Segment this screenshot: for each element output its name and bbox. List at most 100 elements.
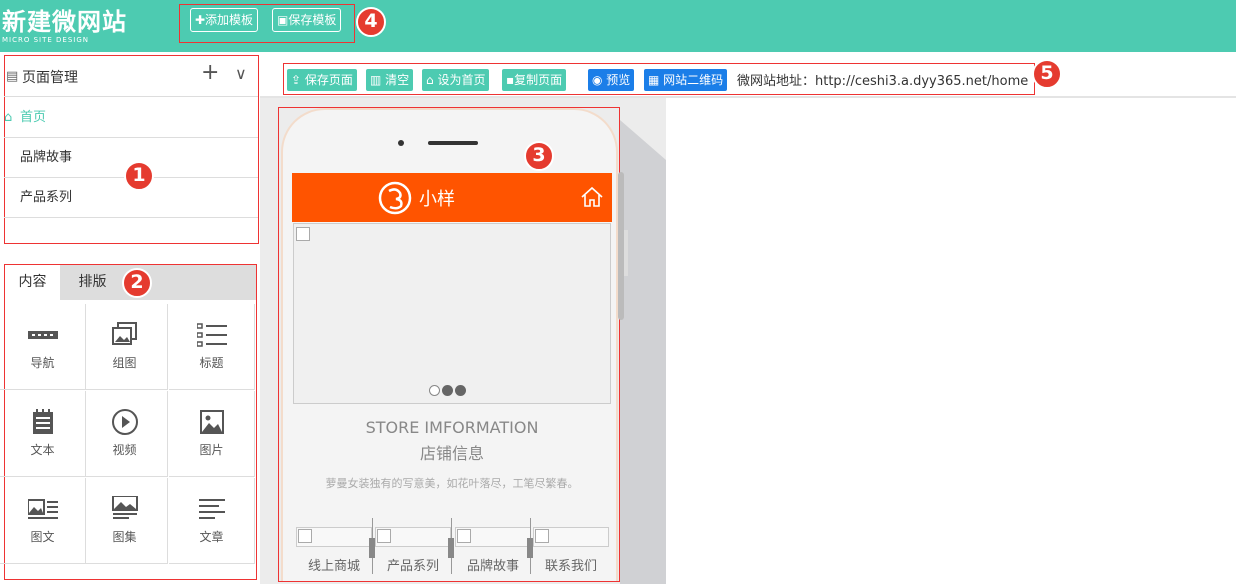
component-navigation[interactable]: 导航	[0, 304, 86, 390]
nav-label: 联系我们	[544, 559, 597, 574]
save-template-button[interactable]: ▣保存模板	[272, 8, 342, 32]
slider-dot[interactable]	[455, 385, 466, 396]
component-text[interactable]: 文本	[0, 391, 86, 477]
preview-button[interactable]: ◉ 预览	[588, 69, 635, 91]
add-page-icon[interactable]: +	[201, 60, 219, 85]
component-video[interactable]: 视频	[82, 391, 168, 477]
component-image-text[interactable]: 图文	[0, 478, 86, 564]
eye-icon: ◉	[592, 73, 607, 87]
phone-camera	[398, 140, 404, 146]
nav-image	[296, 527, 372, 547]
file-icon: ▪	[506, 73, 515, 87]
logo: 新建微网站 MICRO SITE DESIGN	[2, 8, 127, 45]
clear-button[interactable]: ▥ 清空	[366, 69, 414, 91]
component-label: 图文	[30, 530, 55, 544]
nav-label: 线上商城	[307, 559, 360, 574]
banner-slider[interactable]	[293, 223, 611, 404]
phone-shadow	[620, 120, 666, 584]
component-gallery[interactable]: 组图	[82, 304, 168, 390]
page-item-label: 首页	[20, 110, 47, 125]
component-label: 导航	[30, 356, 55, 370]
badge-4: 4	[356, 7, 386, 37]
list-icon	[196, 323, 227, 347]
qrcode-icon: ▦	[648, 73, 664, 87]
nav-separator-handle[interactable]	[527, 538, 533, 558]
phone-nav-item[interactable]: 线上商城	[296, 527, 372, 575]
qrcode-label: 网站二维码	[663, 73, 724, 87]
save-icon: ⇪	[291, 73, 305, 87]
copy-page-label: 复制页面	[514, 73, 563, 87]
slider-dot[interactable]	[429, 385, 440, 396]
notepad-icon	[32, 409, 53, 434]
nav-image	[533, 527, 609, 547]
page-icon: ▤	[6, 69, 19, 84]
store-description: 萝曼女装独有的写意美，如花叶落尽，工笔尽繁春。	[325, 477, 579, 490]
play-icon	[111, 409, 138, 435]
badge-1: 1	[124, 161, 154, 191]
component-label: 组图	[112, 356, 137, 370]
phone-side-button	[624, 230, 628, 276]
copy-page-button[interactable]: ▪复制页面	[502, 69, 567, 91]
shop-logo-icon	[378, 181, 412, 215]
broken-image-icon	[377, 529, 391, 543]
chevron-down-icon[interactable]: ∨	[235, 64, 247, 83]
phone-site-header[interactable]: 小样	[292, 173, 612, 222]
component-title[interactable]: 标题	[169, 304, 255, 390]
badge-2: 2	[122, 268, 152, 298]
qrcode-button[interactable]: ▦ 网站二维码	[644, 69, 728, 91]
component-album[interactable]: 图集	[82, 478, 168, 564]
save-page-label: 保存页面	[304, 73, 353, 87]
component-article[interactable]: 文章	[169, 478, 255, 564]
set-home-button[interactable]: ⌂ 设为首页	[422, 69, 490, 91]
page-item-label: 品牌故事	[20, 150, 73, 165]
badge-3: 3	[524, 141, 554, 171]
image-icon	[199, 410, 224, 434]
page-item-home[interactable]: ⌂ 首页	[4, 98, 258, 138]
nav-label: 品牌故事	[466, 559, 519, 574]
navigation-icon	[27, 331, 58, 339]
component-label: 图集	[112, 530, 137, 544]
slider-dot[interactable]	[442, 385, 453, 396]
site-url: 微网站地址：http://ceshi3.a.dyy365.net/home	[737, 74, 1029, 89]
logo-title: 新建微网站	[2, 8, 127, 36]
component-image[interactable]: 图片	[169, 391, 255, 477]
add-template-button[interactable]: ✚添加模板	[190, 8, 259, 32]
store-title-en: STORE IMFORMATION	[365, 418, 539, 437]
store-title-cn: 店铺信息	[419, 444, 484, 463]
slider-dots[interactable]	[429, 385, 468, 400]
component-label: 文章	[199, 530, 224, 544]
tab-layout[interactable]: 排版	[65, 265, 120, 300]
broken-image-icon	[457, 529, 471, 543]
home-icon: ⌂	[4, 110, 13, 125]
home-icon: ⌂	[426, 73, 438, 87]
component-label: 文本	[30, 443, 55, 457]
article-icon	[198, 499, 225, 519]
nav-image	[455, 527, 531, 547]
page-item-label: 产品系列	[20, 190, 73, 205]
phone-speaker	[428, 141, 478, 145]
gallery-icon	[111, 322, 137, 345]
preview-label: 预览	[606, 73, 631, 87]
shop-name: 小样	[419, 189, 455, 210]
phone-nav-item[interactable]: 联系我们	[533, 527, 609, 575]
clear-label: 清空	[385, 73, 410, 87]
nav-separator-handle[interactable]	[369, 538, 375, 558]
tab-content[interactable]: 内容	[5, 265, 60, 300]
phone-nav-item[interactable]: 产品系列	[375, 527, 451, 575]
broken-image-icon	[296, 227, 310, 241]
home-icon[interactable]	[580, 185, 604, 209]
set-home-label: 设为首页	[437, 73, 486, 87]
album-icon	[111, 496, 138, 519]
page-manager-title: 页面管理	[22, 70, 78, 86]
nav-separator-handle[interactable]	[448, 538, 454, 558]
component-label: 视频	[112, 443, 137, 457]
nav-image	[375, 527, 451, 547]
component-label: 标题	[199, 356, 224, 370]
phone-nav-item[interactable]: 品牌故事	[455, 527, 531, 575]
nav-label: 产品系列	[386, 559, 439, 574]
page-manager-header: ▤ 页面管理 + ∨	[4, 56, 258, 97]
badge-5: 5	[1032, 59, 1062, 89]
component-label: 图片	[199, 443, 224, 457]
broken-image-icon	[535, 529, 549, 543]
save-page-button[interactable]: ⇪ 保存页面	[287, 69, 357, 91]
